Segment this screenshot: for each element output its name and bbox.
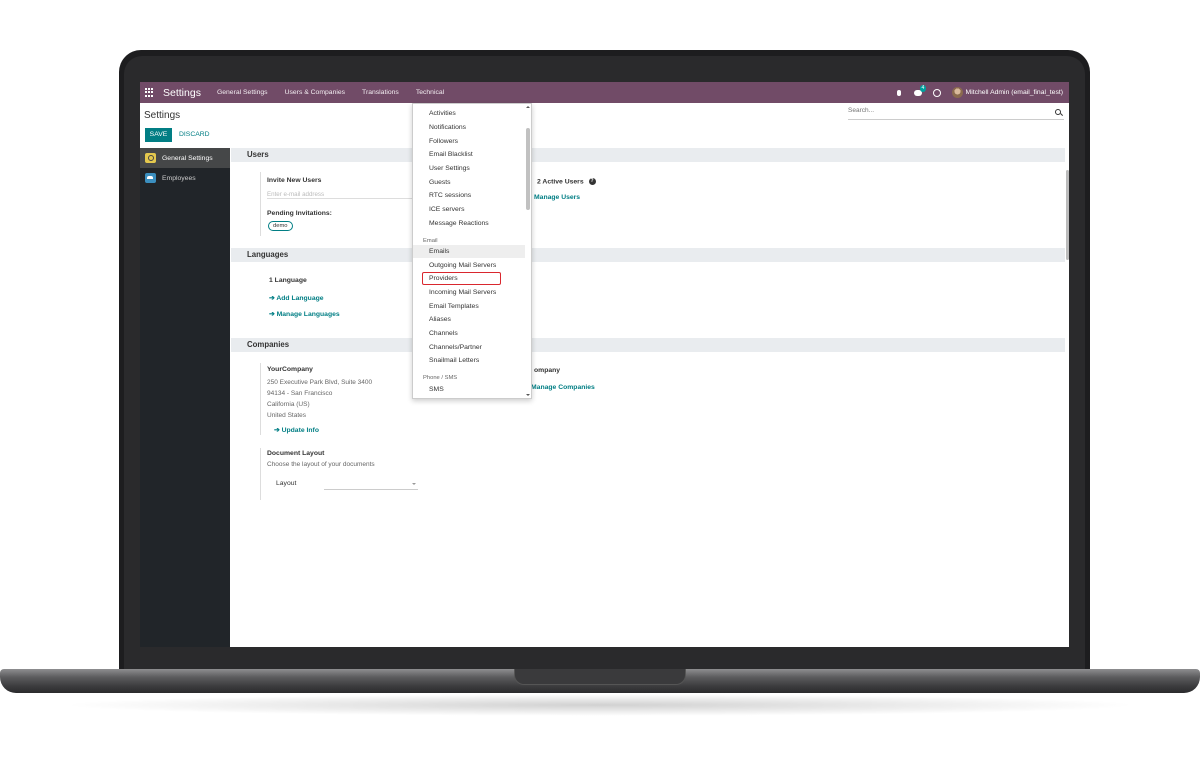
active-users-text: 2 Active Users [537,178,584,186]
arrow-right-icon: ➔ [269,311,275,318]
nav-translations[interactable]: Translations [362,89,399,96]
manage-users-link[interactable]: Manage Users [534,194,580,201]
update-info-link[interactable]: ➔ Update Info [274,426,319,434]
people-icon [145,173,156,183]
menu-item-email-blacklist[interactable]: Email Blacklist [429,151,473,158]
manage-companies-link[interactable]: Manage Companies [531,384,595,391]
menu-header-email: Email [423,238,438,244]
messaging-chat-icon[interactable]: 4 [913,84,927,97]
menu-item-incoming-mail-servers[interactable]: Incoming Mail Servers [429,289,496,296]
menu-item-emails[interactable]: Emails [429,248,449,255]
menu-item-channels[interactable]: Channels [429,330,458,337]
nav-brand[interactable]: Settings [163,87,201,99]
active-users-count: 2 Active Users ? [537,178,596,185]
menu-item-aliases[interactable]: Aliases [429,316,451,323]
menu-item-user-settings[interactable]: User Settings [429,165,470,172]
layout-field-label: Layout [276,480,297,487]
arrow-right-icon: ➔ [274,427,280,434]
nav-users-companies[interactable]: Users & Companies [285,89,345,96]
scroll-up-icon[interactable] [526,106,530,108]
document-layout-desc: Choose the layout of your documents [267,461,375,468]
sidebar-item-label: General Settings [162,154,213,162]
menu-item-snailmail-letters[interactable]: Snailmail Letters [429,357,479,364]
document-layout-title: Document Layout [267,450,325,457]
layout-select[interactable] [324,481,418,490]
sidebar-item-general-settings[interactable]: General Settings [140,148,230,168]
chevron-down-icon [412,483,416,485]
menu-item-providers[interactable]: Providers [429,275,458,282]
pending-invitation-tag[interactable]: demo [268,221,293,231]
page-title: Settings [144,110,181,121]
company-address-line1: 250 Executive Park Blvd, Suite 3400 [267,379,373,386]
user-name: Mitchell Admin (email_final_test) [965,89,1063,96]
save-button[interactable]: SAVE [145,128,172,142]
menu-item-email-templates[interactable]: Email Templates [429,303,479,310]
company-address-line2: 94134 - San Francisco [267,390,333,397]
add-language-link[interactable]: ➔ Add Language [269,294,324,302]
nav-technical[interactable]: Technical [416,89,444,96]
user-menu[interactable]: Mitchell Admin (email_final_test) [951,87,1063,98]
user-avatar [951,87,963,98]
update-info-label: Update Info [281,427,319,434]
pending-invitations-label: Pending Invitations: [267,210,332,217]
section-users-header: Users [231,148,1065,162]
menu-item-message-reactions[interactable]: Message Reactions [429,220,489,227]
dropdown-scrollbar[interactable] [526,128,530,210]
search-box [848,107,1064,120]
company-address-line3: California (US) [267,401,310,408]
menu-item-activities[interactable]: Activities [429,110,456,117]
sidebar-item-employees[interactable]: Employees [140,168,230,188]
debug-bug-icon[interactable] [895,89,903,97]
menu-header-phone-sms: Phone / SMS [423,375,458,381]
settings-content: Users Invite New Users Enter e-mail addr… [231,148,1065,647]
block-divider [260,363,261,435]
invite-email-input[interactable]: Enter e-mail address [267,191,412,199]
menu-item-channels-partner[interactable]: Channels/Partner [429,344,482,351]
add-language-label: Add Language [276,295,324,302]
menu-item-rtc-sessions[interactable]: RTC sessions [429,192,471,199]
menu-item-outgoing-mail-servers[interactable]: Outgoing Mail Servers [429,262,496,269]
laptop-shadow [60,694,1140,716]
section-languages-header: Languages [231,248,1065,262]
block-divider [260,448,261,500]
top-navbar: Settings General Settings Users & Compan… [140,82,1069,103]
manage-languages-link[interactable]: ➔ Manage Languages [269,310,340,318]
menu-item-followers[interactable]: Followers [429,138,458,145]
settings-sidebar: General Settings Employees [140,148,230,647]
menu-item-sms[interactable]: SMS [429,386,444,393]
menu-item-guests[interactable]: Guests [429,179,451,186]
technical-dropdown-menu: Activities Notifications Followers Email… [412,103,532,399]
language-count: 1 Language [269,277,307,284]
discard-button[interactable]: DISCARD [179,128,210,142]
search-input[interactable] [848,107,1048,114]
search-icon[interactable] [1055,109,1061,115]
sidebar-item-label: Employees [162,174,196,182]
apps-menu-icon[interactable] [145,87,155,98]
app-screen: Settings General Settings Users & Compan… [140,82,1069,647]
scroll-down-icon[interactable] [526,394,530,396]
chat-count-badge: 4 [919,84,927,92]
section-companies-header: Companies [231,338,1065,352]
manage-languages-label: Manage Languages [276,311,340,318]
arrow-right-icon: ➔ [269,295,275,302]
menu-item-notifications[interactable]: Notifications [429,124,466,131]
laptop-notch [514,669,686,685]
company-count-partial: ompany [534,367,561,374]
help-icon[interactable]: ? [588,178,596,185]
company-address-line4: United States [267,412,307,419]
content-scrollbar[interactable] [1066,170,1069,260]
nav-general-settings[interactable]: General Settings [217,89,268,96]
company-name: YourCompany [267,366,313,373]
gear-icon [145,153,156,163]
block-divider [260,172,261,236]
menu-item-ice-servers[interactable]: ICE servers [429,206,465,213]
navbar-systray: 4 Mitchell Admin (email_final_test) [895,82,1063,103]
invite-users-label: Invite New Users [267,177,322,184]
activity-clock-icon[interactable] [932,88,941,97]
